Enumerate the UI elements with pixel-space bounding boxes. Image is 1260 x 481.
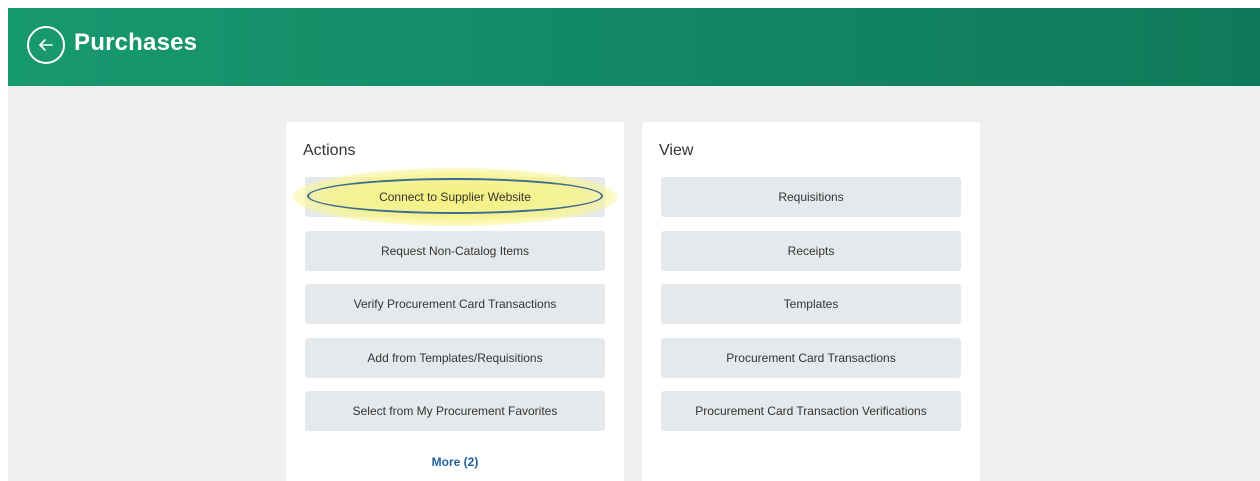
button-label: Add from Templates/Requisitions bbox=[367, 350, 543, 365]
view-card: View Requisitions Receipts Templates Pro… bbox=[642, 122, 980, 481]
button-label: Templates bbox=[783, 297, 839, 311]
more-actions-link[interactable]: More (2) bbox=[286, 455, 624, 469]
procurement-card-transactions-button[interactable]: Procurement Card Transactions bbox=[661, 337, 961, 378]
procurement-card-transaction-verifications-button[interactable]: Procurement Card Transaction Verificatio… bbox=[661, 391, 961, 431]
receipts-button[interactable]: Receipts bbox=[661, 230, 961, 271]
templates-button[interactable]: Templates bbox=[661, 284, 961, 324]
actions-title: Actions bbox=[303, 142, 356, 159]
page-header: Purchases bbox=[8, 8, 1260, 86]
button-label: Receipts bbox=[787, 243, 835, 258]
actions-card: Actions Connect to Supplier Website Requ… bbox=[286, 122, 624, 481]
app-frame: Purchases Actions Connect to Supplier We… bbox=[8, 8, 1260, 481]
button-label: Request Non-Catalog Items bbox=[380, 243, 530, 258]
page-title: Purchases bbox=[74, 29, 198, 56]
button-label: Requisitions bbox=[778, 190, 844, 204]
arrow-left-icon bbox=[39, 39, 53, 51]
button-label: Select from My Procurement Favorites bbox=[352, 404, 558, 418]
view-title: View bbox=[659, 142, 694, 159]
requisitions-button[interactable]: Requisitions bbox=[661, 177, 961, 217]
button-label: Connect to Supplier Website bbox=[379, 190, 531, 204]
verify-procurement-card-transactions-button[interactable]: Verify Procurement Card Transactions bbox=[305, 284, 605, 324]
button-label: Verify Procurement Card Transactions bbox=[353, 297, 557, 311]
connect-to-supplier-website-button[interactable]: Connect to Supplier Website bbox=[293, 168, 617, 226]
actions-button-list: Connect to Supplier Website Request Non-… bbox=[293, 168, 617, 445]
back-button[interactable] bbox=[27, 26, 65, 64]
request-non-catalog-items-button[interactable]: Request Non-Catalog Items bbox=[305, 230, 605, 271]
button-label: Procurement Card Transactions bbox=[726, 350, 896, 365]
view-button-list: Requisitions Receipts Templates Procurem… bbox=[661, 177, 961, 445]
select-from-my-procurement-favorites-button[interactable]: Select from My Procurement Favorites bbox=[305, 391, 605, 431]
button-label: Procurement Card Transaction Verificatio… bbox=[695, 404, 927, 418]
add-from-templates-requisitions-button[interactable]: Add from Templates/Requisitions bbox=[305, 337, 605, 378]
